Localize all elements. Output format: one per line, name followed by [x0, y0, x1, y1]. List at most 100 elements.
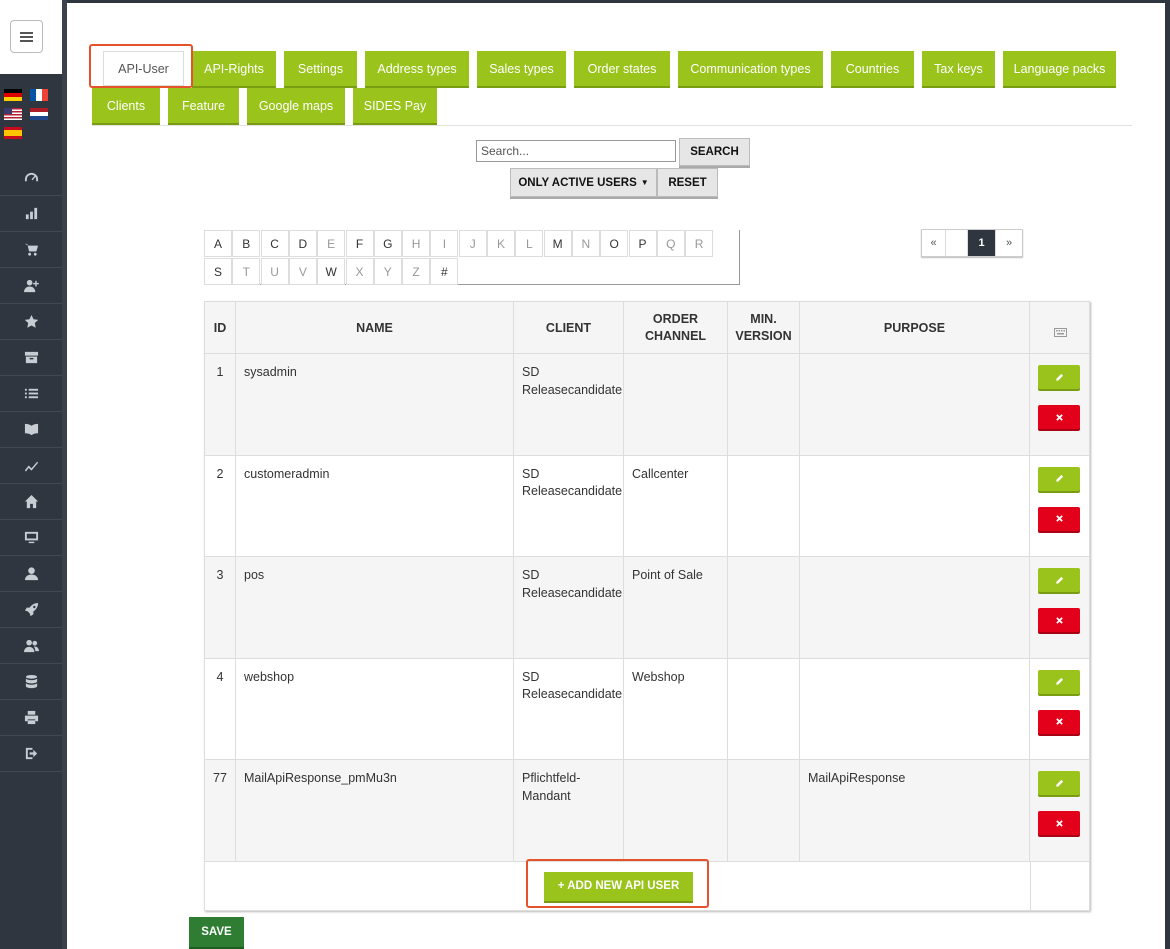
sidebar-item-dashboard[interactable]: [0, 160, 62, 196]
delete-button[interactable]: [1038, 811, 1080, 835]
alphabet-letter-p[interactable]: P: [628, 230, 657, 257]
alphabet-letter-r[interactable]: R: [685, 230, 714, 257]
alphabet-letter-j[interactable]: J: [458, 230, 487, 257]
tab-address-types[interactable]: Address types: [365, 51, 469, 86]
search-input[interactable]: [476, 140, 676, 162]
alphabet-letter-z[interactable]: Z: [402, 258, 431, 285]
delete-button[interactable]: [1038, 608, 1080, 632]
sidebar-item-orders[interactable]: [0, 232, 62, 268]
alphabet-letter-n[interactable]: N: [571, 230, 600, 257]
tab-language-packs[interactable]: Language packs: [1003, 51, 1116, 86]
filter-dropdown-label: ONLY ACTIVE USERS: [518, 176, 637, 189]
cell-client: SD Releasecandidate: [514, 354, 624, 455]
alphabet-letter-v[interactable]: V: [288, 258, 317, 285]
delete-button[interactable]: [1038, 506, 1080, 531]
tab-order-states[interactable]: Order states: [574, 51, 670, 86]
api-users-table: ID NAME CLIENT ORDER CHANNEL MIN. VERSIO…: [204, 301, 1090, 911]
reset-button[interactable]: RESET: [657, 168, 718, 197]
edit-button[interactable]: [1038, 365, 1080, 389]
column-header-actions: [1030, 302, 1090, 354]
alphabet-letter-l[interactable]: L: [515, 230, 544, 257]
alphabet-letter-y[interactable]: Y: [373, 258, 402, 285]
pagination-prev[interactable]: «: [922, 230, 946, 256]
alphabet-letter-c[interactable]: C: [260, 230, 289, 257]
sidebar-item-display[interactable]: [0, 520, 62, 556]
pencil-icon: [1055, 576, 1063, 584]
sidebar-item-home[interactable]: [0, 484, 62, 520]
sidebar-item-analytics[interactable]: [0, 448, 62, 484]
delete-button[interactable]: [1038, 405, 1080, 429]
alphabet-letter-s[interactable]: S: [204, 258, 232, 285]
save-button[interactable]: SAVE: [189, 917, 244, 947]
alphabet-letter-m[interactable]: M: [543, 230, 572, 257]
sidebar-item-print[interactable]: [0, 700, 62, 736]
tab-communication-types[interactable]: Communication types: [678, 51, 823, 86]
cell-min-version: [728, 760, 800, 861]
alphabet-letter-e[interactable]: E: [317, 230, 346, 257]
sidebar-item-catalog[interactable]: [0, 412, 62, 448]
sidebar-item-list[interactable]: [0, 376, 62, 412]
alphabet-letter-g[interactable]: G: [373, 230, 402, 257]
alphabet-letter-w[interactable]: W: [317, 258, 346, 285]
search-button[interactable]: SEARCH: [679, 138, 750, 166]
flag-english-icon[interactable]: [4, 108, 22, 120]
pagination-next[interactable]: »: [996, 230, 1022, 256]
alphabet-letter-b[interactable]: B: [232, 230, 261, 257]
tab-api-rights[interactable]: API-Rights: [192, 51, 276, 86]
pagination-page-current[interactable]: 1: [968, 230, 996, 256]
edit-button[interactable]: [1038, 568, 1080, 592]
tab-tax-keys[interactable]: Tax keys: [922, 51, 995, 86]
delete-button[interactable]: [1038, 709, 1080, 734]
pencil-icon: [1055, 779, 1063, 787]
tab-google-maps[interactable]: Google maps: [247, 88, 345, 123]
alphabet-letter-t[interactable]: T: [232, 258, 261, 285]
cell-order-channel: [624, 760, 728, 861]
edit-button[interactable]: [1038, 466, 1080, 491]
active-users-filter-dropdown[interactable]: ONLY ACTIVE USERS ▼: [510, 168, 657, 197]
sidebar-item-statistics[interactable]: [0, 196, 62, 232]
menu-toggle-button[interactable]: [10, 20, 43, 53]
tab-clients[interactable]: Clients: [92, 88, 160, 123]
alphabet-letter-a[interactable]: A: [204, 230, 232, 257]
tab-settings[interactable]: Settings: [284, 51, 357, 86]
cell-client: SD Releasecandidate: [514, 455, 624, 556]
tab-sales-types[interactable]: Sales types: [477, 51, 566, 86]
sidebar-item-profile[interactable]: [0, 556, 62, 592]
sidebar-item-users[interactable]: [0, 628, 62, 664]
alphabet-letter-x[interactable]: X: [345, 258, 374, 285]
sidebar-item-favorites[interactable]: [0, 304, 62, 340]
sidebar-item-logout[interactable]: [0, 736, 62, 772]
alphabet-letter-d[interactable]: D: [288, 230, 317, 257]
sidebar-item-add-customer[interactable]: [0, 268, 62, 304]
cell-client: Pflichtfeld-Mandant: [514, 760, 624, 861]
sidebar-item-archive[interactable]: [0, 340, 62, 376]
alphabet-letter-o[interactable]: O: [600, 230, 629, 257]
cell-order-channel: Webshop: [624, 658, 728, 759]
flag-french-icon[interactable]: [30, 89, 48, 101]
sidebar-item-launch[interactable]: [0, 592, 62, 628]
add-button-highlight: [526, 859, 709, 908]
alphabet-letter-f[interactable]: F: [345, 230, 374, 257]
alphabet-letter-q[interactable]: Q: [656, 230, 685, 257]
alphabet-letter-k[interactable]: K: [487, 230, 515, 257]
cell-order-channel: [624, 354, 728, 455]
flag-spanish-icon[interactable]: [4, 127, 22, 139]
cell-actions: [1030, 354, 1090, 455]
column-header-purpose: PURPOSE: [800, 302, 1030, 354]
tab-sides-pay[interactable]: SIDES Pay: [353, 88, 437, 123]
caret-down-icon: ▼: [640, 178, 649, 187]
edit-button[interactable]: [1038, 669, 1080, 694]
flag-german-icon[interactable]: [4, 89, 22, 101]
tab-countries[interactable]: Countries: [831, 51, 914, 86]
alphabet-letter-h[interactable]: H: [402, 230, 431, 257]
table-body: 1 sysadmin SD Releasecandidate 2 customeradm…: [205, 354, 1089, 862]
alphabet-letter-hash[interactable]: #: [430, 258, 459, 285]
alphabet-letter-u[interactable]: U: [260, 258, 289, 285]
flag-dutch-icon[interactable]: [30, 108, 48, 120]
edit-button[interactable]: [1038, 771, 1080, 795]
sidebar-item-database[interactable]: [0, 664, 62, 700]
page-scrollbar[interactable]: [1165, 0, 1170, 949]
alphabet-letter-i[interactable]: I: [430, 230, 459, 257]
tab-feature[interactable]: Feature: [168, 88, 239, 123]
cell-id: 77: [205, 760, 236, 861]
